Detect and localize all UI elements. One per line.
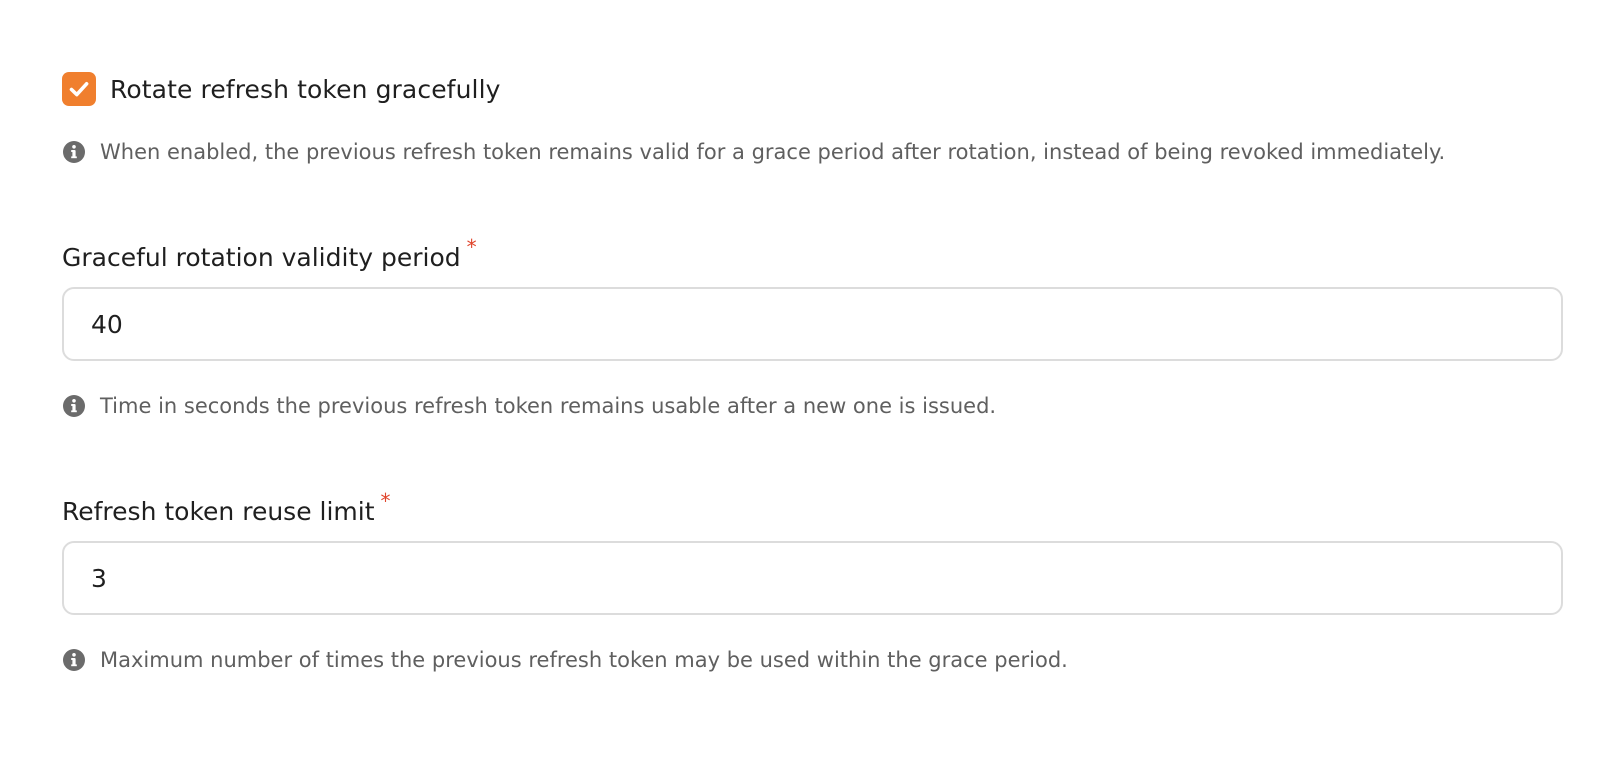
reuse-limit-field[interactable] — [62, 541, 1563, 615]
rotate-refresh-token-hint: When enabled, the previous refresh token… — [62, 137, 1445, 167]
validity-period-label-text: Graceful rotation validity period — [62, 243, 461, 272]
reuse-limit-input[interactable] — [91, 563, 1561, 593]
required-marker: * — [380, 489, 391, 513]
hint-text: When enabled, the previous refresh token… — [100, 140, 1446, 164]
info-icon — [62, 394, 86, 418]
reuse-limit-label-text: Refresh token reuse limit — [62, 497, 375, 526]
rotate-refresh-token-toggle[interactable]: Rotate refresh token gracefully — [62, 71, 501, 107]
rotate-refresh-token-label[interactable]: Rotate refresh token gracefully — [110, 75, 501, 104]
validity-period-input[interactable] — [91, 309, 1561, 339]
reuse-limit-hint: Maximum number of times the previous ref… — [62, 645, 1068, 675]
info-icon — [62, 648, 86, 672]
validity-period-label: Graceful rotation validity period * — [62, 235, 477, 272]
validity-period-field[interactable] — [62, 287, 1563, 361]
rotate-refresh-token-checkbox[interactable] — [62, 72, 96, 106]
reuse-limit-label: Refresh token reuse limit * — [62, 489, 391, 526]
hint-text: Time in seconds the previous refresh tok… — [100, 394, 997, 418]
required-marker: * — [466, 235, 477, 259]
checkmark-icon — [69, 82, 89, 97]
hint-text: Maximum number of times the previous ref… — [100, 648, 1068, 672]
validity-period-hint: Time in seconds the previous refresh tok… — [62, 391, 996, 421]
info-icon — [62, 140, 86, 164]
